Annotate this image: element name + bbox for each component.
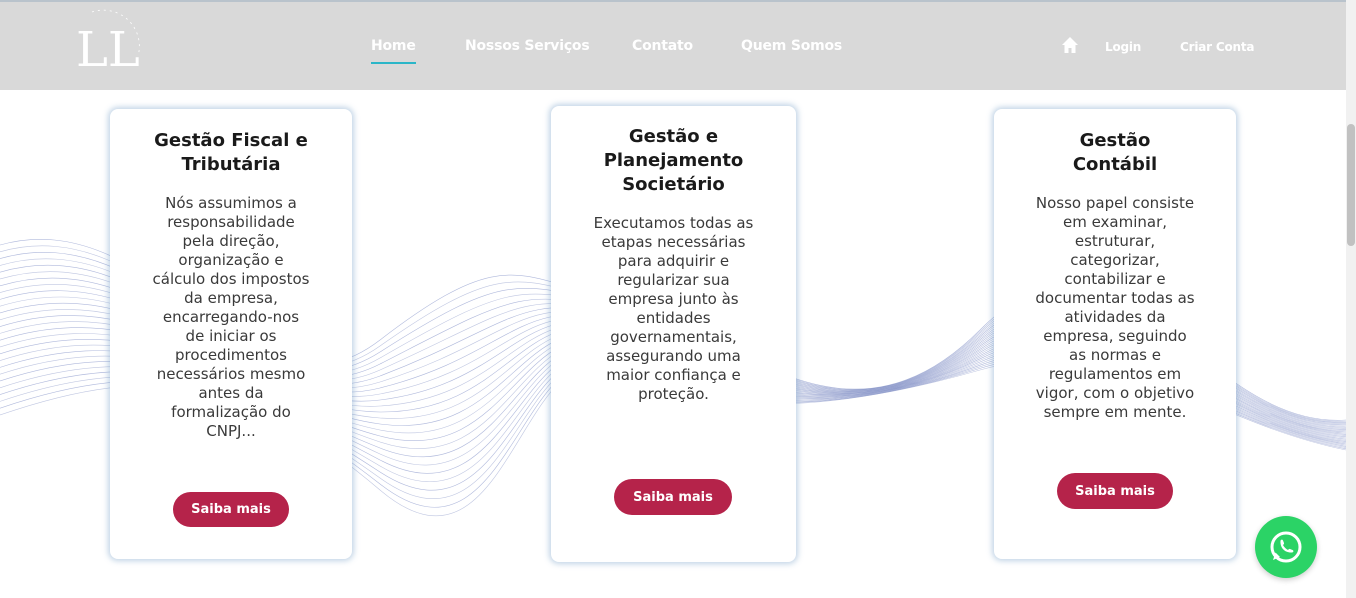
card-title: Gestão Fiscal e Tributária (154, 130, 308, 175)
card-description: Executamos todas as etapas necessárias par… (551, 214, 796, 404)
logo[interactable]: LL (70, 8, 150, 88)
description-line: responsabilidade (167, 213, 295, 231)
service-card-societario: Gestão e Planejamento Societário Executamo… (551, 106, 796, 562)
whatsapp-button[interactable] (1255, 516, 1317, 578)
scrollbar-track[interactable] (1346, 0, 1356, 598)
description-line: pela direção, (182, 232, 280, 250)
description-line: cálculo dos impostos (152, 270, 310, 288)
card-description: Nós assumimos a responsabilidade pela dire… (110, 194, 352, 441)
card-title: Gestão Contábil (1072, 130, 1158, 175)
nav-contato[interactable]: Contato (632, 38, 693, 54)
description-line: proteção. (638, 385, 709, 403)
description-line: categorizar, (1070, 251, 1160, 269)
description-line: as normas e (1069, 346, 1161, 364)
service-card-fiscal: Gestão Fiscal e Tributária Nós assumimos … (110, 109, 352, 559)
description-line: sempre em mente. (1043, 403, 1187, 421)
svg-text:LL: LL (76, 22, 140, 78)
description-line: documentar todas as (1035, 289, 1195, 307)
whatsapp-icon (1270, 531, 1302, 563)
description-line: necessários mesmo (156, 365, 306, 383)
description-line: Nosso papel consiste (1035, 194, 1195, 212)
description-line: estruturar, (1074, 232, 1156, 250)
description-line: maior confiança e (606, 366, 741, 384)
top-navbar: LL Home Nossos Serviços Contato Quem Som… (0, 0, 1346, 90)
description-line: de iniciar os (185, 327, 277, 345)
description-line: regulamentos em (1048, 365, 1182, 383)
login-link[interactable]: Login (1105, 40, 1141, 54)
card-title: Gestão e Planejamento Societário (603, 126, 744, 195)
description-line: empresa junto às (608, 290, 739, 308)
description-line: assegurando uma (606, 347, 741, 365)
card-description: Nosso papel consiste em examinar, estrutur… (994, 194, 1236, 422)
saiba-mais-button[interactable]: Saiba mais (1057, 473, 1173, 509)
description-line: atividades da (1064, 308, 1166, 326)
description-line: empresa, seguindo (1043, 327, 1187, 345)
description-line: vigor, com o objetivo (1035, 384, 1195, 402)
description-line: Executamos todas as (593, 214, 754, 232)
description-line: contabilizar e (1064, 270, 1166, 288)
description-line: procedimentos (175, 346, 287, 364)
description-line: antes da (198, 384, 264, 402)
scrollbar-thumb[interactable] (1347, 124, 1355, 246)
description-line: em examinar, (1062, 213, 1168, 231)
service-card-contabil: Gestão Contábil Nosso papel consiste em ex… (994, 109, 1236, 559)
home-icon[interactable] (1061, 36, 1079, 54)
saiba-mais-button[interactable]: Saiba mais (614, 479, 732, 515)
description-line: da empresa, (184, 289, 278, 307)
nav-quem-somos[interactable]: Quem Somos (741, 38, 842, 54)
description-line: formalização do (171, 403, 291, 421)
nav-home[interactable]: Home (371, 38, 416, 64)
description-line: para adquirir e (617, 252, 730, 270)
description-line: entidades (636, 309, 711, 327)
description-line: regularizar sua (617, 271, 730, 289)
nav-nossos-servicos[interactable]: Nossos Serviços (465, 38, 590, 54)
saiba-mais-button[interactable]: Saiba mais (173, 492, 289, 527)
description-line: CNPJ... (206, 422, 256, 440)
description-line: encarregando-nos (162, 308, 300, 326)
description-line: organização e (178, 251, 284, 269)
description-line: Nós assumimos a (165, 194, 297, 212)
description-line: governamentais, (610, 328, 737, 346)
signup-link[interactable]: Criar Conta (1180, 40, 1254, 54)
description-line: etapas necessárias (601, 233, 746, 251)
